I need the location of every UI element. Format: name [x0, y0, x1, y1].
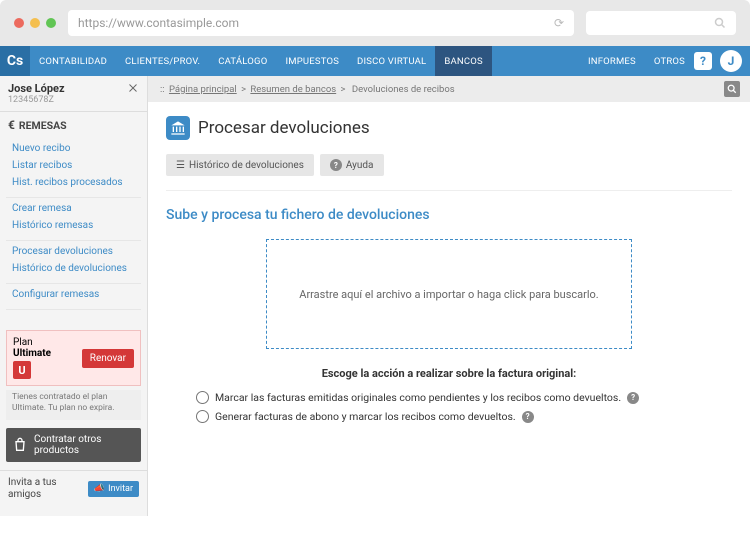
contract-label: Contratar otros productos: [34, 434, 135, 456]
megaphone-icon: 📣: [94, 484, 105, 494]
info-icon[interactable]: ?: [627, 392, 639, 404]
sidebar-item-historico-devoluciones[interactable]: Histórico de devoluciones: [6, 260, 141, 277]
radio-option-2[interactable]: Generar facturas de abono y marcar los r…: [196, 407, 732, 426]
user-name: Jose López: [8, 82, 65, 95]
sidebar-item-historico-remesas[interactable]: Histórico remesas: [6, 217, 141, 234]
content-search-icon[interactable]: [724, 81, 740, 97]
browser-chrome: https://www.contasimple.com ⟳: [0, 0, 750, 46]
info-icon[interactable]: ?: [522, 411, 534, 423]
help-icon[interactable]: ?: [694, 52, 712, 70]
top-navigation: Cs CONTABILIDAD CLIENTES/PROV. CATÁLOGO …: [0, 46, 750, 76]
nav-disco-virtual[interactable]: DISCO VIRTUAL: [348, 46, 435, 76]
breadcrumb-sep: >: [241, 84, 246, 95]
sidebar-section-header: € REMESAS: [0, 112, 147, 138]
sidebar-item-configurar-remesas[interactable]: Configurar remesas: [6, 286, 141, 303]
file-dropzone[interactable]: Arrastre aquí el archivo a importar o ha…: [266, 239, 632, 349]
nav-contabilidad[interactable]: CONTABILIDAD: [30, 46, 116, 76]
sidebar: Jose López 12345678Z € REMESAS Nuevo rec…: [0, 76, 148, 516]
sidebar-item-hist-recibos[interactable]: Hist. recibos procesados: [6, 174, 141, 191]
radio-label-2: Generar facturas de abono y marcar los r…: [215, 410, 516, 423]
radio-options: Marcar las facturas emitidas originales …: [166, 388, 732, 426]
sidebar-item-crear-remesa[interactable]: Crear remesa: [6, 200, 141, 217]
invite-row: Invita a tus amigos 📣 Invitar: [0, 470, 147, 507]
nav-clientes[interactable]: CLIENTES/PROV.: [116, 46, 209, 76]
breadcrumb-prefix: ::: [160, 84, 165, 95]
nav-otros[interactable]: OTROS: [645, 46, 694, 76]
page-title-row: Procesar devoluciones: [148, 102, 750, 150]
history-button[interactable]: ☰ Histórico de devoluciones: [166, 154, 314, 176]
page-title: Procesar devoluciones: [198, 118, 370, 138]
radio-label-1: Marcar las facturas emitidas originales …: [215, 391, 621, 404]
content-panel: Sube y procesa tu fichero de devolucione…: [166, 190, 732, 426]
invite-label: Invita a tus amigos: [8, 477, 68, 501]
nav-items: CONTABILIDAD CLIENTES/PROV. CATÁLOGO IMP…: [30, 46, 694, 76]
plan-box: Plan Ultimate U Renovar: [6, 330, 141, 386]
avatar[interactable]: J: [720, 50, 742, 72]
question-icon: ?: [330, 159, 342, 171]
breadcrumb-sep: >: [341, 84, 346, 95]
invite-btn-label: Invitar: [108, 484, 133, 494]
breadcrumb-current: Devoluciones de recibos: [352, 84, 455, 95]
user-id: 12345678Z: [8, 95, 65, 105]
nav-catalogo[interactable]: CATÁLOGO: [209, 46, 276, 76]
sidebar-item-listar-recibos[interactable]: Listar recibos: [6, 157, 141, 174]
user-block: Jose López 12345678Z: [0, 76, 147, 112]
search-icon: [714, 17, 726, 29]
plan-badge-icon: U: [13, 361, 31, 379]
traffic-lights: [14, 18, 56, 28]
breadcrumb-mid[interactable]: Resumen de bancos: [250, 84, 336, 95]
invite-button[interactable]: 📣 Invitar: [88, 481, 139, 497]
help-button-label: Ayuda: [346, 160, 374, 171]
renew-button[interactable]: Renovar: [82, 349, 134, 368]
breadcrumb: :: Página principal > Resumen de bancos …: [148, 76, 750, 102]
browser-search-bar[interactable]: [586, 11, 736, 35]
dropzone-text: Arrastre aquí el archivo a importar o ha…: [299, 288, 598, 301]
nav-right: ? J: [694, 50, 750, 72]
bank-icon: [166, 116, 190, 140]
action-label: Escoge la acción a realizar sobre la fac…: [166, 367, 732, 380]
main-content: :: Página principal > Resumen de bancos …: [148, 76, 750, 516]
shopping-bag-icon: [12, 437, 28, 453]
nav-bancos[interactable]: BANCOS: [435, 46, 491, 76]
reload-icon[interactable]: ⟳: [554, 16, 564, 30]
contract-products-button[interactable]: Contratar otros productos: [6, 428, 141, 462]
history-button-label: Histórico de devoluciones: [189, 160, 304, 171]
url-text: https://www.contasimple.com: [78, 16, 239, 30]
plan-name: Ultimate: [13, 348, 51, 359]
help-button[interactable]: ? Ayuda: [320, 154, 384, 176]
radio-input-1[interactable]: [196, 391, 209, 404]
sidebar-item-nuevo-recibo[interactable]: Nuevo recibo: [6, 140, 141, 157]
action-buttons: ☰ Histórico de devoluciones ? Ayuda: [148, 150, 750, 190]
section-title: Sube y procesa tu fichero de devolucione…: [166, 207, 732, 223]
nav-informes[interactable]: INFORMES: [579, 46, 645, 76]
list-icon: ☰: [176, 160, 185, 171]
sidebar-item-procesar-devoluciones[interactable]: Procesar devoluciones: [6, 243, 141, 260]
app-logo[interactable]: Cs: [0, 46, 30, 76]
url-bar[interactable]: https://www.contasimple.com ⟳: [68, 10, 574, 36]
plan-note: Tienes contratado el plan Ultimate. Tu p…: [6, 390, 141, 420]
radio-option-1[interactable]: Marcar las facturas emitidas originales …: [196, 388, 732, 407]
sidebar-section-label: REMESAS: [19, 119, 67, 132]
maximize-window-icon[interactable]: [46, 18, 56, 28]
minimize-window-icon[interactable]: [30, 18, 40, 28]
collapse-sidebar-icon[interactable]: [127, 82, 139, 94]
close-window-icon[interactable]: [14, 18, 24, 28]
radio-input-2[interactable]: [196, 410, 209, 423]
euro-icon: €: [8, 118, 15, 132]
breadcrumb-home[interactable]: Página principal: [169, 84, 237, 95]
plan-label: Plan: [13, 337, 33, 348]
nav-impuestos[interactable]: IMPUESTOS: [276, 46, 348, 76]
